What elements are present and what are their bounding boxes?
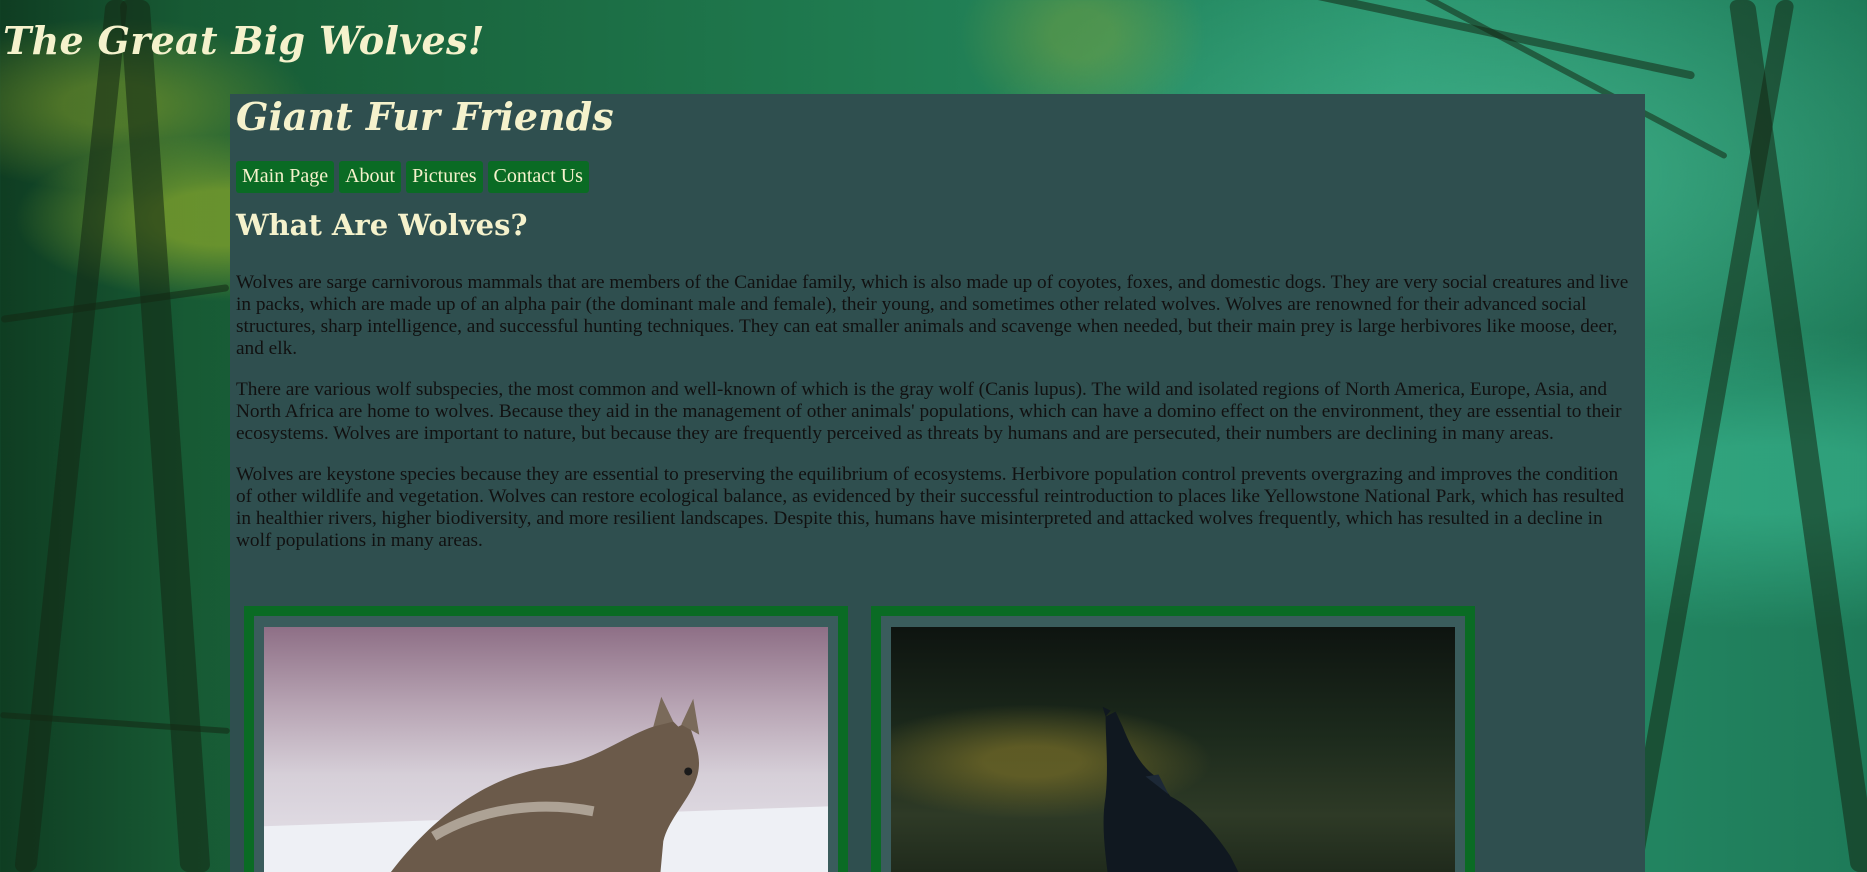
main-nav: Main Page About Pictures Contact Us xyxy=(236,161,589,193)
photo-frame xyxy=(871,606,1475,872)
photo-frame xyxy=(244,606,848,872)
nav-contact-us-button[interactable]: Contact Us xyxy=(487,161,589,193)
nav-pictures-button[interactable]: Pictures xyxy=(406,161,483,193)
howling-wolf-silhouette-icon xyxy=(1102,706,1239,872)
gray-wolf-in-snow-photo xyxy=(264,627,828,872)
paragraph: Wolves are keystone species because they… xyxy=(236,464,1625,551)
nav-main-page-button[interactable]: Main Page xyxy=(236,161,335,193)
nav-about-button[interactable]: About xyxy=(339,161,402,193)
section-heading: What Are Wolves? xyxy=(236,208,528,242)
paragraph: Wolves are sarge carnivorous mammals tha… xyxy=(236,272,1629,359)
photo-mat xyxy=(254,616,838,872)
background-tree-trunk xyxy=(14,0,128,872)
background-tree-branch xyxy=(0,284,230,323)
article-body: Wolves are sarge carnivorous mammals tha… xyxy=(236,272,1638,571)
site-title: The Great Big Wolves! xyxy=(3,18,485,63)
howling-wolf-photo xyxy=(891,627,1455,872)
photo-mat xyxy=(881,616,1465,872)
wolf-silhouette-icon xyxy=(264,696,828,872)
background-tree-trunk xyxy=(1728,0,1867,872)
panel-title: Giant Fur Friends xyxy=(236,94,614,139)
paragraph: There are various wolf subspecies, the m… xyxy=(236,379,1622,444)
background-tree-trunk xyxy=(119,0,211,872)
content-panel: Giant Fur Friends Main Page About Pictur… xyxy=(230,94,1645,872)
